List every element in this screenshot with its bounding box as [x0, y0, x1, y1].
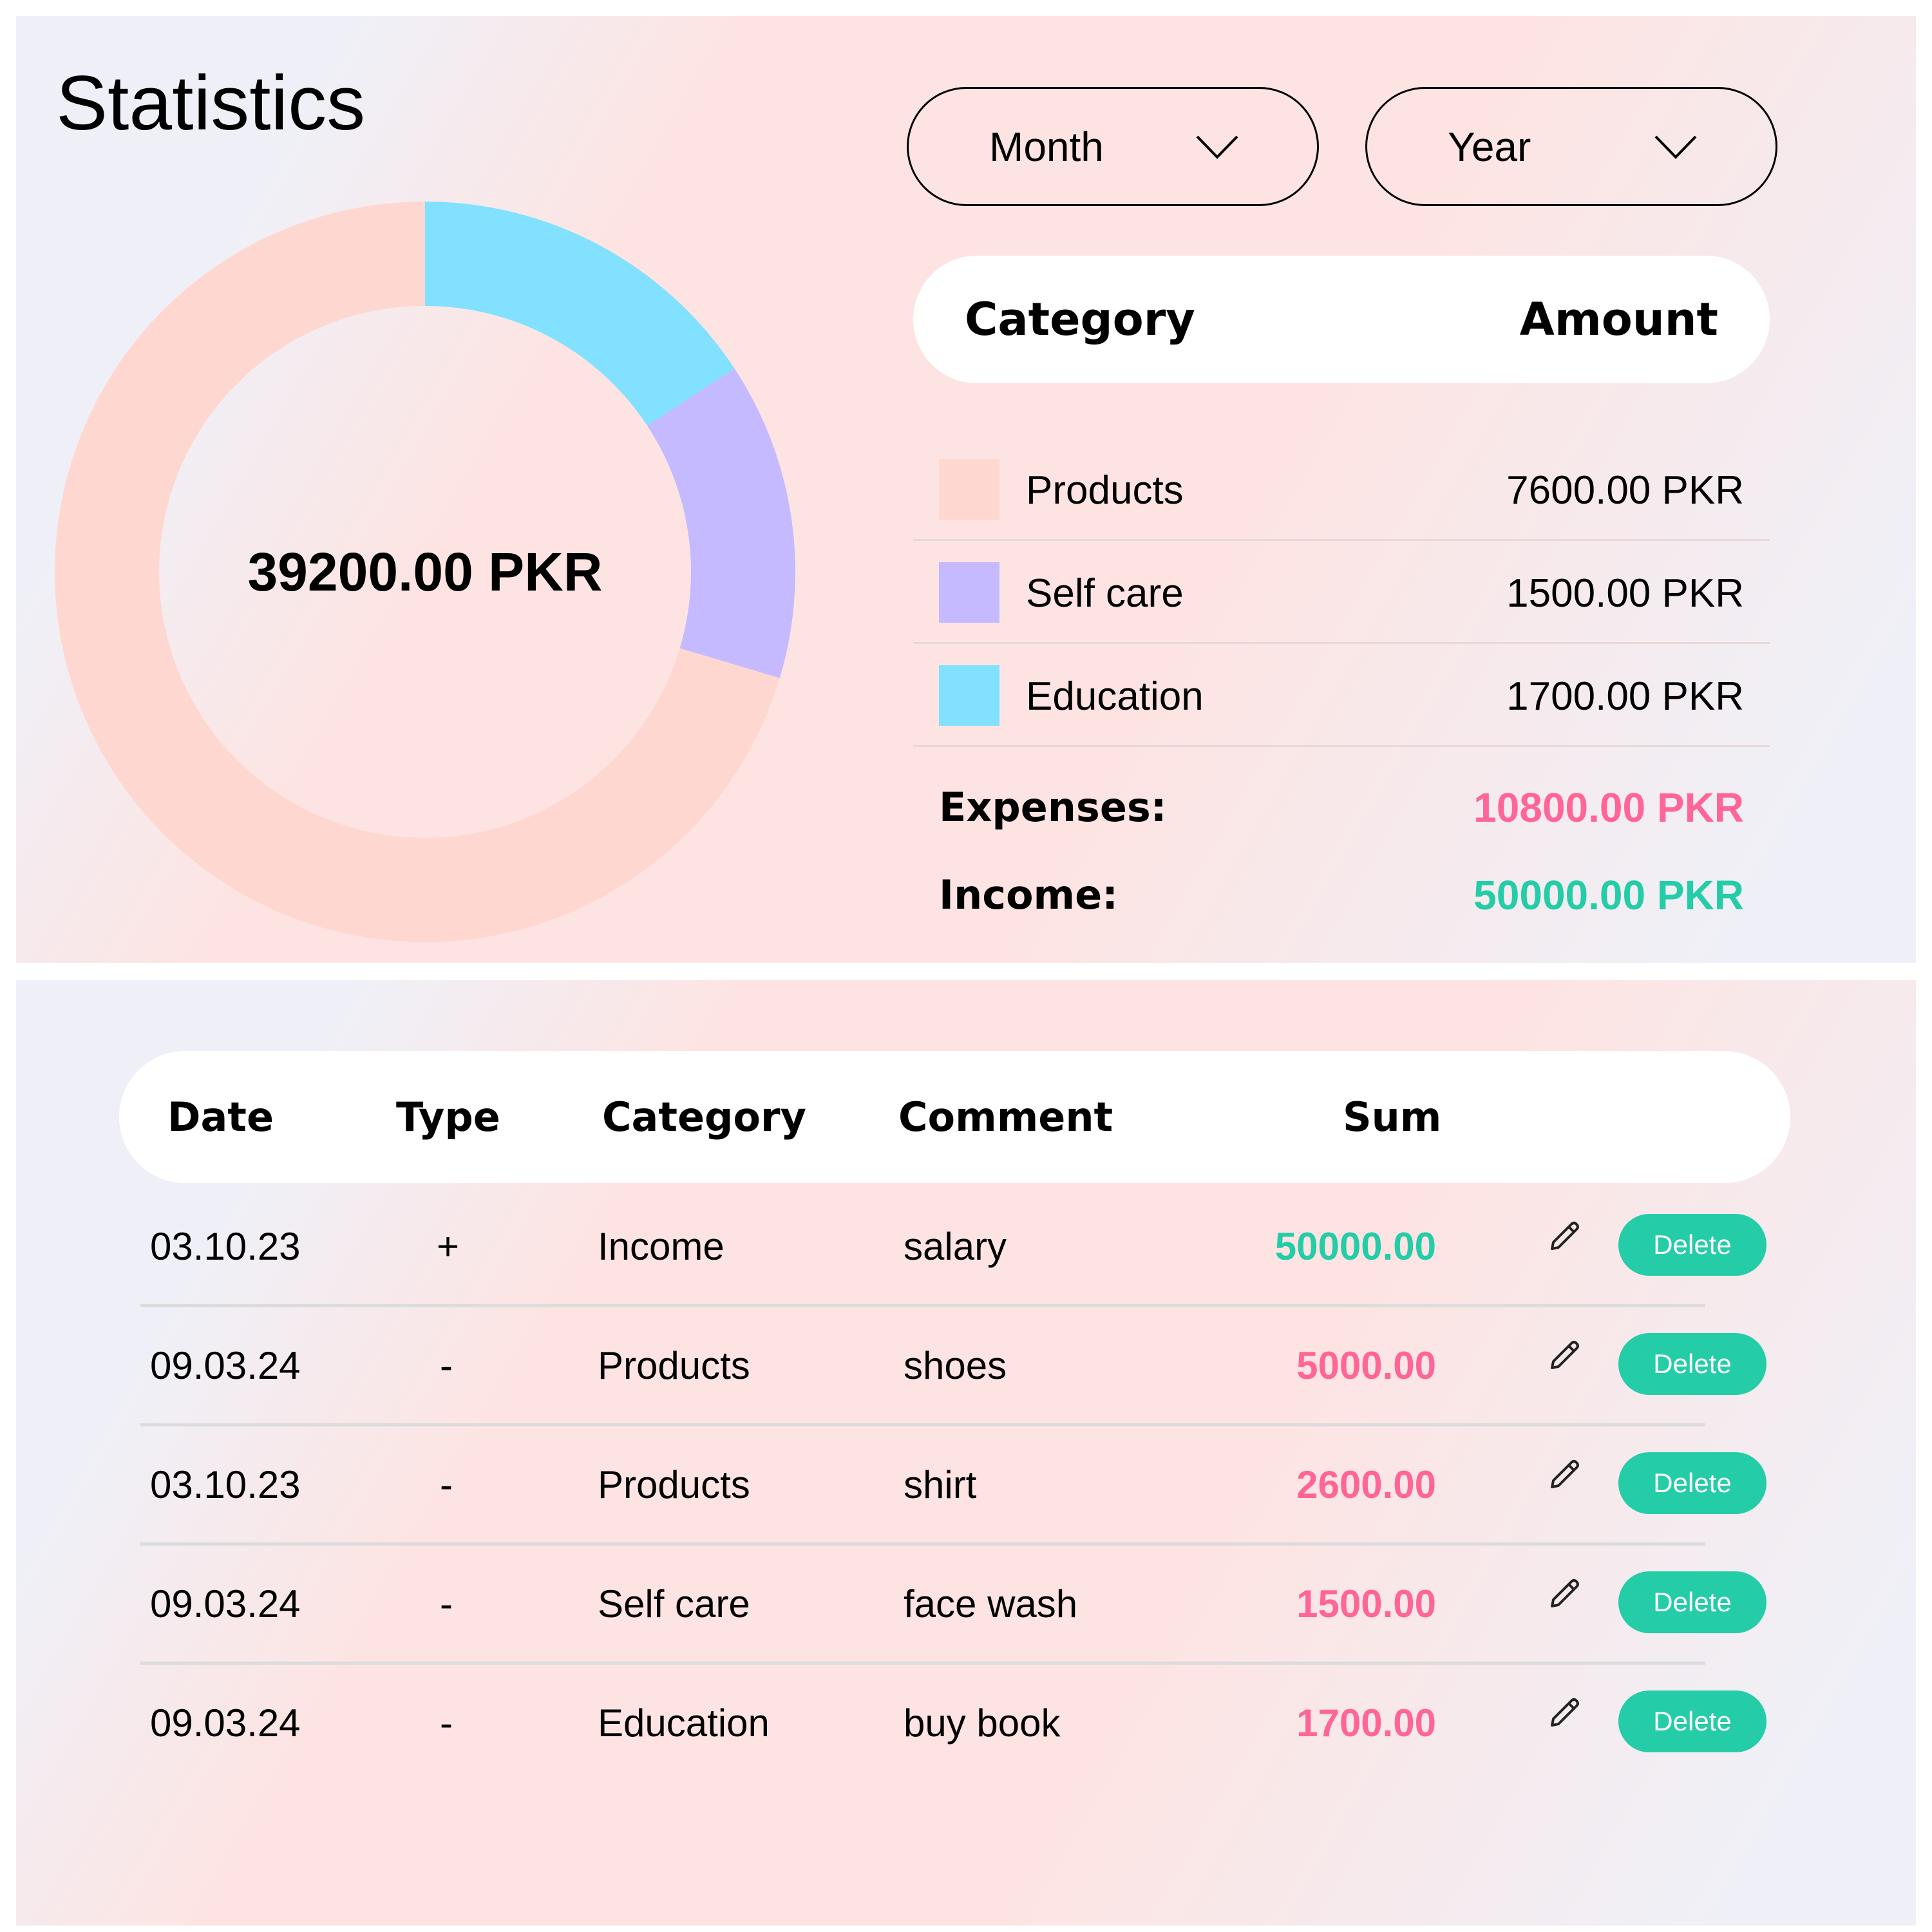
delete-button[interactable]: Delete	[1618, 1214, 1766, 1276]
transaction-date: 09.03.24	[150, 1344, 301, 1387]
category-row-education: Education 1700.00 PKR	[913, 644, 1770, 747]
expenses-value: 10800.00 PKR	[1473, 784, 1744, 831]
header-category: Category	[965, 293, 1195, 346]
transaction-sum: 1700.00	[1296, 1701, 1436, 1745]
category-amount: 1700.00 PKR	[1506, 674, 1744, 719]
transaction-category: Products	[598, 1344, 750, 1387]
delete-button[interactable]: Delete	[1618, 1690, 1766, 1752]
pencil-icon[interactable]	[1544, 1218, 1583, 1256]
transaction-comment: salary	[904, 1225, 1007, 1268]
header-comment: Comment	[898, 1094, 1113, 1141]
income-summary: Income: 50000.00 PKR	[939, 865, 1744, 923]
transaction-category: Products	[598, 1463, 750, 1506]
transaction-date: 03.10.23	[150, 1225, 301, 1268]
transaction-type: +	[437, 1225, 460, 1268]
transaction-type: -	[440, 1701, 453, 1745]
transaction-category: Education	[598, 1701, 770, 1745]
year-select[interactable]: Year	[1365, 87, 1777, 206]
month-select[interactable]: Month	[907, 87, 1319, 206]
transaction-sum: 5000.00	[1296, 1344, 1436, 1387]
chevron-down-icon	[1196, 135, 1238, 159]
header-sum: Sum	[1343, 1094, 1442, 1141]
pencil-icon[interactable]	[1544, 1337, 1583, 1376]
income-label: Income:	[939, 871, 1119, 918]
transaction-date: 09.03.24	[150, 1582, 301, 1625]
page-title: Statistics	[56, 60, 366, 146]
transaction-category: Self care	[598, 1582, 750, 1625]
category-table-header: Category Amount	[913, 256, 1770, 383]
category-color-swatch	[939, 562, 999, 623]
category-row-self-care: Self care 1500.00 PKR	[913, 541, 1770, 644]
expenses-summary: Expenses: 10800.00 PKR	[939, 777, 1744, 835]
transaction-comment: shirt	[904, 1463, 977, 1506]
transaction-comment: buy book	[904, 1701, 1061, 1745]
table-row: 03.10.23 - Products shirt 2600.00 Delete	[140, 1426, 1766, 1546]
header-category: Category	[602, 1094, 806, 1141]
statistics-panel: Statistics 39200.00 PKR Month Year Categ…	[16, 16, 1916, 963]
transaction-sum: 1500.00	[1296, 1582, 1436, 1625]
header-date: Date	[167, 1094, 274, 1141]
transaction-comment: shoes	[904, 1344, 1007, 1387]
transactions-table-header: Date Type Category Comment Sum	[119, 1051, 1790, 1183]
donut-center-balance: 39200.00 PKR	[247, 541, 603, 602]
pencil-icon[interactable]	[1544, 1575, 1583, 1614]
table-row: 09.03.24 - Products shoes 5000.00 Delete	[140, 1307, 1766, 1426]
header-type: Type	[396, 1094, 500, 1141]
transaction-type: -	[440, 1344, 453, 1387]
transaction-category: Income	[598, 1225, 724, 1268]
pencil-icon[interactable]	[1544, 1456, 1583, 1495]
category-color-swatch	[939, 459, 999, 520]
transaction-type: -	[440, 1582, 453, 1625]
category-row-products: Products 7600.00 PKR	[913, 438, 1770, 541]
delete-button[interactable]: Delete	[1618, 1333, 1766, 1395]
pencil-icon[interactable]	[1544, 1694, 1583, 1733]
table-row: 09.03.24 - Education buy book 1700.00 De…	[140, 1665, 1766, 1784]
category-name: Self care	[1026, 571, 1184, 616]
delete-button[interactable]: Delete	[1618, 1571, 1766, 1633]
category-color-swatch	[939, 665, 999, 726]
table-row: 03.10.23 + Income salary 50000.00 Delete	[140, 1188, 1766, 1307]
table-row: 09.03.24 - Self care face wash 1500.00 D…	[140, 1546, 1766, 1665]
category-name: Products	[1026, 468, 1184, 513]
category-amount: 1500.00 PKR	[1506, 571, 1744, 616]
transaction-date: 03.10.23	[150, 1463, 301, 1506]
transaction-sum: 2600.00	[1296, 1463, 1436, 1506]
chevron-down-icon	[1654, 135, 1697, 159]
income-value: 50000.00 PKR	[1473, 872, 1744, 918]
transaction-date: 09.03.24	[150, 1701, 301, 1745]
year-select-label: Year	[1448, 123, 1531, 170]
transaction-type: -	[440, 1463, 453, 1506]
transaction-sum: 50000.00	[1274, 1225, 1436, 1268]
expenses-label: Expenses:	[939, 784, 1167, 831]
month-select-label: Month	[989, 123, 1104, 170]
category-name: Education	[1026, 674, 1204, 719]
category-amount: 7600.00 PKR	[1506, 468, 1744, 513]
delete-button[interactable]: Delete	[1618, 1452, 1766, 1514]
header-amount: Amount	[1519, 293, 1718, 346]
transaction-comment: face wash	[904, 1582, 1078, 1625]
